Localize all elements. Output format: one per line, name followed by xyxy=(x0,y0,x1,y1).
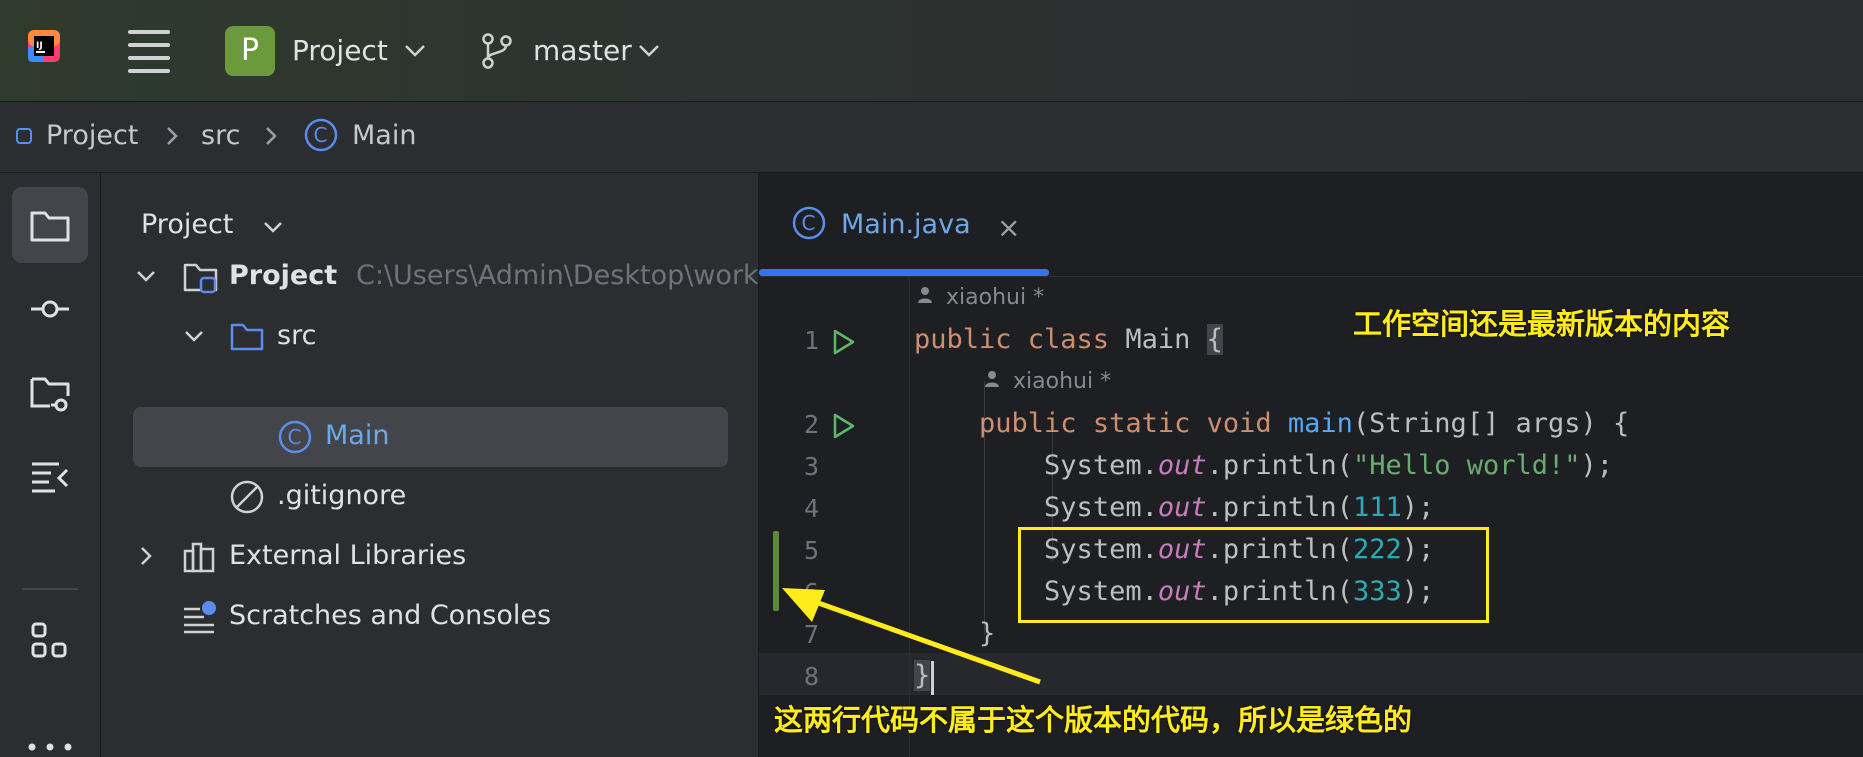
annotation-arrow xyxy=(782,588,1041,685)
annotation-note-bottom: 这两行代码不属于这个版本的代码，所以是绿色的 xyxy=(774,703,1413,737)
